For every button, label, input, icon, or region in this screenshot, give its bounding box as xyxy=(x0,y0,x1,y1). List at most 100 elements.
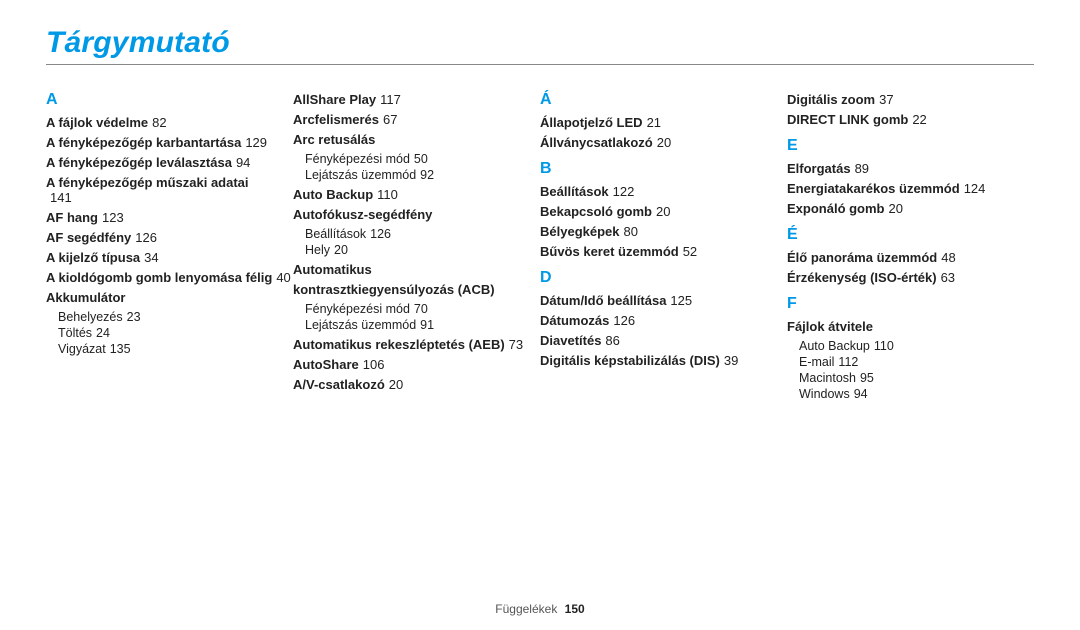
entry-text: Automatikus rekeszléptetés (AEB) xyxy=(293,337,505,352)
index-entry[interactable]: AF hang123 xyxy=(46,210,293,225)
subentry-text: Auto Backup xyxy=(799,339,870,353)
index-entry[interactable]: Dátumozás126 xyxy=(540,313,787,328)
index-subentry[interactable]: Lejátszás üzemmód92 xyxy=(305,168,540,182)
index-subentry[interactable]: Behelyezés23 xyxy=(58,310,293,324)
letter-heading-a-acute: Á xyxy=(540,91,787,109)
index-entry[interactable]: A/V-csatlakozó 20 xyxy=(293,377,540,392)
entry-text: A kijelző típusa xyxy=(46,250,140,265)
index-entry: Automatikus xyxy=(293,262,540,277)
entry-page: 73 xyxy=(509,337,523,352)
subentry-page: 24 xyxy=(96,326,110,340)
entry-text: Dátum/Idő beállítása xyxy=(540,293,666,308)
entry-text: A fényképezőgép karbantartása xyxy=(46,135,241,150)
index-entry[interactable]: A fényképezőgép karbantartása 129 xyxy=(46,135,293,150)
index-entry[interactable]: Automatikus rekeszléptetés (AEB) 73 xyxy=(293,337,540,352)
index-subentry[interactable]: Auto Backup110 xyxy=(799,339,1034,353)
entry-text: Energiatakarékos üzemmód xyxy=(787,181,960,196)
entry-text: Digitális zoom xyxy=(787,92,875,107)
index-subentry[interactable]: E-mail112 xyxy=(799,355,1034,369)
subentry-page: 95 xyxy=(860,371,874,385)
index-entry[interactable]: Bűvös keret üzemmód52 xyxy=(540,244,787,259)
index-entry[interactable]: Bekapcsoló gomb20 xyxy=(540,204,787,219)
index-entry: Arc retusálás xyxy=(293,132,540,147)
index-entry[interactable]: Érzékenység (ISO-érték)63 xyxy=(787,270,1034,285)
entry-text: AllShare Play xyxy=(293,92,376,107)
index-subentry[interactable]: Vigyázat135 xyxy=(58,342,293,356)
entry-page: 86 xyxy=(605,333,619,348)
entry-page: 94 xyxy=(236,155,250,170)
index-entry[interactable]: Arcfelismerés67 xyxy=(293,112,540,127)
index-subentry[interactable]: Macintosh95 xyxy=(799,371,1034,385)
index-entry[interactable]: Dátum/Idő beállítása 125 xyxy=(540,293,787,308)
index-entry[interactable]: Élő panoráma üzemmód48 xyxy=(787,250,1034,265)
index-column-1: A A fájlok védelme82 A fényképezőgép kar… xyxy=(46,81,293,403)
entry-page: 40 xyxy=(276,270,290,285)
entry-text: Állványcsatlakozó xyxy=(540,135,653,150)
entry-page: 20 xyxy=(657,135,671,150)
index-entry: kontrasztkiegyensúlyozás (ACB) xyxy=(293,282,540,297)
index-entry: Akkumulátor xyxy=(46,290,293,305)
entry-text: Bélyegképek xyxy=(540,224,620,239)
index-entry[interactable]: AllShare Play117 xyxy=(293,92,540,107)
entry-page: 89 xyxy=(855,161,869,176)
entry-text: AF segédfény xyxy=(46,230,131,245)
entry-text: A fájlok védelme xyxy=(46,115,148,130)
index-subentry[interactable]: Beállítások126 xyxy=(305,227,540,241)
entry-page: 80 xyxy=(624,224,638,239)
letter-heading-d: D xyxy=(540,269,787,287)
entry-text: A/V-csatlakozó xyxy=(293,377,385,392)
index-entry[interactable]: Beállítások122 xyxy=(540,184,787,199)
index-entry[interactable]: A fájlok védelme 82 xyxy=(46,115,293,130)
entry-text: Auto Backup xyxy=(293,187,373,202)
entry-text: Bűvös keret üzemmód xyxy=(540,244,679,259)
entry-text: Digitális képstabilizálás (DIS) xyxy=(540,353,720,368)
entry-text: Arc retusálás xyxy=(293,132,375,147)
entry-text: Dátumozás xyxy=(540,313,609,328)
entry-page: 129 xyxy=(245,135,267,150)
index-entry[interactable]: Energiatakarékos üzemmód124 xyxy=(787,181,1034,196)
subentry-page: 92 xyxy=(420,168,434,182)
entry-page: 110 xyxy=(377,187,398,202)
index-entry[interactable]: Diavetítés86 xyxy=(540,333,787,348)
index-subentry[interactable]: Töltés24 xyxy=(58,326,293,340)
entry-page: 122 xyxy=(613,184,635,199)
subentry-text: Windows xyxy=(799,387,850,401)
entry-page: 20 xyxy=(389,377,403,392)
index-column-3: Á Állapotjelző LED21 Állványcsatlakozó 20… xyxy=(540,81,787,403)
entry-text: Élő panoráma üzemmód xyxy=(787,250,937,265)
entry-page: 34 xyxy=(144,250,158,265)
index-entry[interactable]: AutoShare106 xyxy=(293,357,540,372)
index-entry[interactable]: Bélyegképek 80 xyxy=(540,224,787,239)
entry-page: 82 xyxy=(152,115,166,130)
index-entry[interactable]: A kijelző típusa 34 xyxy=(46,250,293,265)
index-entry[interactable]: Elforgatás89 xyxy=(787,161,1034,176)
index-entry[interactable]: Exponáló gomb20 xyxy=(787,201,1034,216)
index-column-4: Digitális zoom37 DIRECT LINK gomb22 E El… xyxy=(787,81,1034,403)
subentry-text: Fényképezési mód xyxy=(305,152,410,166)
index-entry[interactable]: Digitális képstabilizálás (DIS)39 xyxy=(540,353,787,368)
index-entry[interactable]: A fényképezőgép leválasztása94 xyxy=(46,155,293,170)
entry-text: Akkumulátor xyxy=(46,290,125,305)
entry-page: 125 xyxy=(670,293,692,308)
subentry-text: Behelyezés xyxy=(58,310,123,324)
index-entry[interactable]: A fényképezőgép műszaki adatai141 xyxy=(46,175,293,205)
index-subentry[interactable]: Windows94 xyxy=(799,387,1034,401)
letter-heading-b: B xyxy=(540,160,787,178)
index-entry[interactable]: Állványcsatlakozó 20 xyxy=(540,135,787,150)
entry-text: Automatikus xyxy=(293,262,372,277)
index-entry[interactable]: AF segédfény126 xyxy=(46,230,293,245)
index-subentry[interactable]: Lejátszás üzemmód91 xyxy=(305,318,540,332)
index-subentry[interactable]: Fényképezési mód70 xyxy=(305,302,540,316)
subentry-page: 70 xyxy=(414,302,428,316)
entry-text: AutoShare xyxy=(293,357,359,372)
subentry-page: 91 xyxy=(420,318,434,332)
index-entry[interactable]: DIRECT LINK gomb22 xyxy=(787,112,1034,127)
index-entry[interactable]: A kioldógomb gomb lenyomása félig40 xyxy=(46,270,293,285)
index-subentry[interactable]: Hely20 xyxy=(305,243,540,257)
entry-text: kontrasztkiegyensúlyozás (ACB) xyxy=(293,282,495,297)
index-entry[interactable]: Digitális zoom37 xyxy=(787,92,1034,107)
index-entry[interactable]: Auto Backup 110 xyxy=(293,187,540,202)
index-column-2: AllShare Play117 Arcfelismerés67 Arc ret… xyxy=(293,81,540,403)
index-entry[interactable]: Állapotjelző LED21 xyxy=(540,115,787,130)
index-subentry[interactable]: Fényképezési mód50 xyxy=(305,152,540,166)
